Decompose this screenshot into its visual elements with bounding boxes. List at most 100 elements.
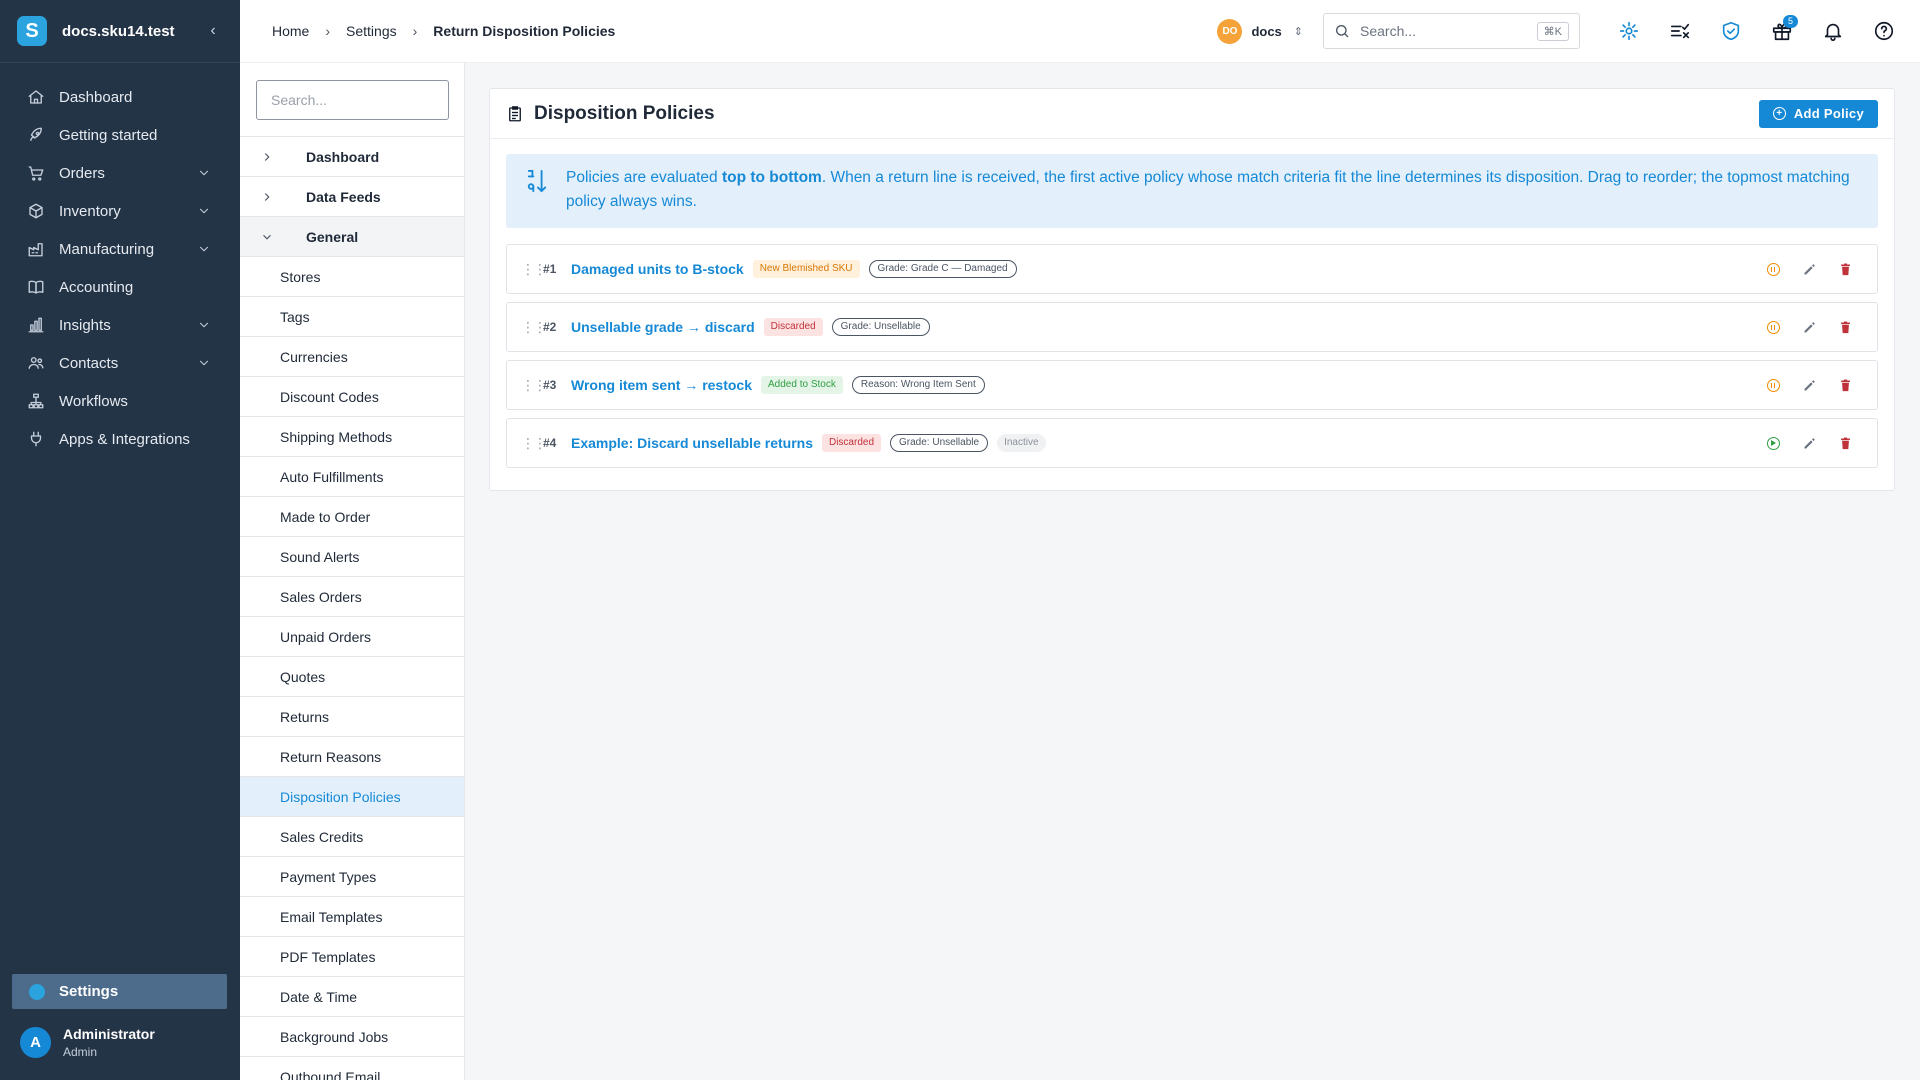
sidebar-item-apps-integrations[interactable]: Apps & Integrations	[0, 420, 240, 458]
settings-item-return-reasons[interactable]: Return Reasons	[240, 737, 464, 777]
settings-item-tags[interactable]: Tags	[240, 297, 464, 337]
settings-group-dashboard[interactable]: Dashboard	[240, 137, 464, 177]
help-button[interactable]	[1861, 11, 1906, 51]
breadcrumb-separator: ›	[325, 23, 331, 39]
deactivate-policy-button[interactable]	[1755, 254, 1791, 284]
search-input[interactable]: Search...	[1360, 23, 1537, 39]
user-profile[interactable]: A Administrator Admin	[20, 1026, 155, 1059]
policy-row[interactable]: ⋮⋮ #2 Unsellable grade → discard Discarded G…	[506, 302, 1878, 352]
chevron-down-icon	[199, 246, 209, 252]
breadcrumb-item[interactable]: Home	[272, 23, 309, 39]
settings-item-pdf-templates[interactable]: PDF Templates	[240, 937, 464, 977]
brand-logo[interactable]: S	[17, 16, 47, 46]
policy-row[interactable]: ⋮⋮ #3 Wrong item sent → restock Added to St…	[506, 360, 1878, 410]
policy-row[interactable]: ⋮⋮ #4 Example: Discard unsellable returns D…	[506, 418, 1878, 468]
sidebar-item-manufacturing[interactable]: Manufacturing	[0, 230, 240, 268]
delete-policy-button[interactable]	[1827, 370, 1863, 400]
activate-policy-button[interactable]	[1755, 428, 1791, 458]
disposition-badge: Added to Stock	[761, 376, 843, 394]
delete-policy-button[interactable]	[1827, 254, 1863, 284]
settings-item-sales-orders[interactable]: Sales Orders	[240, 577, 464, 617]
sidebar-item-inventory[interactable]: Inventory	[0, 192, 240, 230]
pencil-icon	[1804, 321, 1815, 332]
policy-name-link[interactable]: Unsellable grade → discard	[571, 319, 755, 335]
settings-item-unpaid-orders[interactable]: Unpaid Orders	[240, 617, 464, 657]
tasks-button[interactable]	[1657, 11, 1702, 51]
users-icon	[28, 357, 44, 369]
trash-icon	[1840, 321, 1850, 333]
sidebar-item-contacts[interactable]: Contacts	[0, 344, 240, 382]
edit-policy-button[interactable]	[1791, 428, 1827, 458]
disposition-badge: New Blemished SKU	[752, 260, 860, 278]
pause-circle-icon	[1766, 262, 1780, 276]
drag-handle-icon[interactable]: ⋮⋮	[521, 377, 547, 393]
edit-policy-button[interactable]	[1791, 254, 1827, 284]
workspace-name: docs	[1251, 23, 1282, 39]
delete-policy-button[interactable]	[1827, 312, 1863, 342]
drag-handle-icon[interactable]: ⋮⋮	[521, 319, 547, 335]
collapse-sidebar-button[interactable]: ‹	[203, 22, 223, 40]
sidebar-item-label: Workflows	[59, 392, 128, 410]
add-policy-button[interactable]: + Add Policy	[1758, 99, 1878, 128]
settings-item-payment-types[interactable]: Payment Types	[240, 857, 464, 897]
settings-item-discount-codes[interactable]: Discount Codes	[240, 377, 464, 417]
factory-icon	[28, 243, 43, 257]
workspace-badge: DO	[1217, 18, 1243, 44]
chevron-right-icon	[264, 152, 270, 161]
delete-policy-button[interactable]	[1827, 428, 1863, 458]
settings-item-auto-fulfillments[interactable]: Auto Fulfillments	[240, 457, 464, 497]
settings-item-stores[interactable]: Stores	[240, 257, 464, 297]
settings-item-email-templates[interactable]: Email Templates	[240, 897, 464, 937]
settings-item-background-jobs[interactable]: Background Jobs	[240, 1017, 464, 1057]
drag-handle-icon[interactable]: ⋮⋮	[521, 261, 547, 277]
settings-item-quotes[interactable]: Quotes	[240, 657, 464, 697]
security-button[interactable]	[1708, 11, 1753, 51]
settings-item-shipping-methods[interactable]: Shipping Methods	[240, 417, 464, 457]
ai-assistant-button[interactable]	[1606, 11, 1651, 51]
pause-circle-icon	[1766, 378, 1780, 392]
sparkle-icon	[1619, 21, 1638, 41]
whats-new-button[interactable]: 5	[1759, 11, 1804, 51]
sidebar-item-insights[interactable]: Insights	[0, 306, 240, 344]
deactivate-policy-button[interactable]	[1755, 370, 1791, 400]
trash-icon	[1840, 437, 1850, 449]
breadcrumb: Home › Settings › Return Disposition Policie…	[240, 23, 1217, 39]
settings-item-sound-alerts[interactable]: Sound Alerts	[240, 537, 464, 577]
sidebar-item-orders[interactable]: Orders	[0, 154, 240, 192]
settings-item-date-time[interactable]: Date & Time	[240, 977, 464, 1017]
policy-name-link[interactable]: Wrong item sent → restock	[571, 377, 752, 393]
settings-group-data-feeds[interactable]: Data Feeds	[240, 177, 464, 217]
breadcrumb-item[interactable]: Settings	[346, 23, 397, 39]
settings-item-currencies[interactable]: Currencies	[240, 337, 464, 377]
play-circle-icon	[1766, 436, 1780, 450]
settings-group-general[interactable]: General	[240, 217, 464, 257]
global-search[interactable]: Search... ⌘K	[1323, 13, 1580, 49]
drag-handle-icon[interactable]: ⋮⋮	[521, 435, 547, 451]
settings-search-input[interactable]: Search...	[256, 80, 449, 120]
sidebar-item-dashboard[interactable]: Dashboard	[0, 78, 240, 116]
policy-name-link[interactable]: Example: Discard unsellable returns	[571, 435, 813, 451]
settings-item-outbound-email[interactable]: Outbound Email	[240, 1057, 464, 1080]
settings-group-label: Data Feeds	[306, 188, 381, 205]
sidebar-item-label: Inventory	[59, 202, 121, 220]
edit-policy-button[interactable]	[1791, 312, 1827, 342]
deactivate-policy-button[interactable]	[1755, 312, 1791, 342]
settings-item-disposition-policies[interactable]: Disposition Policies	[240, 777, 464, 817]
pause-circle-icon	[1766, 320, 1780, 334]
policy-name-link[interactable]: Damaged units to B-stock	[571, 261, 744, 277]
sidebar-item-workflows[interactable]: Workflows	[0, 382, 240, 420]
edit-policy-button[interactable]	[1791, 370, 1827, 400]
policy-row[interactable]: ⋮⋮ #1 Damaged units to B-stock New Blemishe…	[506, 244, 1878, 294]
pencil-icon	[1804, 437, 1815, 448]
workspace-switcher[interactable]: DO docs ⇕	[1217, 18, 1303, 44]
sidebar-item-settings[interactable]: Settings	[12, 974, 227, 1009]
settings-item-returns[interactable]: Returns	[240, 697, 464, 737]
settings-item-sales-credits[interactable]: Sales Credits	[240, 817, 464, 857]
settings-item-made-to-order[interactable]: Made to Order	[240, 497, 464, 537]
notifications-button[interactable]	[1810, 11, 1855, 51]
settings-group-label: Dashboard	[306, 148, 380, 165]
sidebar-item-label: Getting started	[59, 126, 158, 144]
sidebar-item-getting-started[interactable]: Getting started	[0, 116, 240, 154]
sidebar-item-accounting[interactable]: Accounting	[0, 268, 240, 306]
policy-list: ⋮⋮ #1 Damaged units to B-stock New Blemishe…	[490, 228, 1894, 468]
